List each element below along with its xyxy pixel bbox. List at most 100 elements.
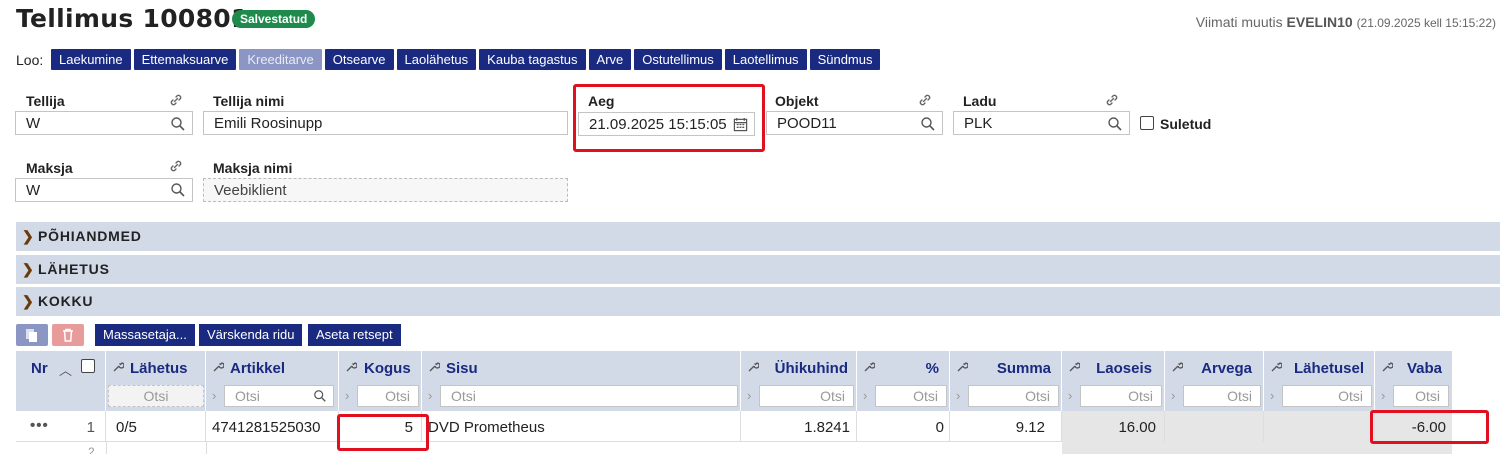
tellija-input[interactable]: W bbox=[15, 111, 193, 135]
column-laoseis[interactable]: Laoseis › Otsi bbox=[1062, 351, 1165, 411]
section-pohiandmed[interactable]: ❯ PÕHIANDMED bbox=[16, 222, 1500, 251]
wrench-icon[interactable] bbox=[1171, 361, 1183, 373]
row-number: 1 bbox=[86, 419, 95, 436]
column-vaba[interactable]: Vaba › Otsi bbox=[1375, 351, 1452, 411]
cell-uhikuhind[interactable]: 1.8241 bbox=[741, 411, 857, 442]
column-lahetusel[interactable]: Lähetusel › Otsi bbox=[1264, 351, 1375, 411]
copy-icon bbox=[26, 329, 37, 342]
section-kokku[interactable]: ❯ KOKKU bbox=[16, 287, 1500, 316]
cell-arvega bbox=[1165, 411, 1264, 442]
cell-artikkel[interactable]: 4741281525030 bbox=[206, 411, 339, 442]
column-nr[interactable]: Nr ︿ bbox=[16, 351, 106, 411]
create-laolahetus-button[interactable]: Laolähetus bbox=[396, 49, 477, 70]
wrench-icon[interactable] bbox=[747, 361, 759, 373]
wrench-icon[interactable] bbox=[112, 361, 124, 373]
massasetaja-button[interactable]: Massasetaja... bbox=[95, 324, 195, 346]
objekt-label: Objekt bbox=[775, 93, 819, 109]
wrench-icon[interactable] bbox=[428, 361, 440, 373]
wrench-icon[interactable] bbox=[863, 361, 875, 373]
vaba-search-input[interactable]: Otsi bbox=[1393, 385, 1449, 407]
link-icon[interactable] bbox=[168, 158, 184, 174]
column-sisu[interactable]: Sisu › Otsi bbox=[422, 351, 741, 411]
highlight-box-vaba bbox=[1370, 410, 1489, 444]
chevron-right-icon: › bbox=[428, 388, 433, 403]
column-label: Artikkel bbox=[230, 360, 286, 377]
column-label: Lähetusel bbox=[1293, 360, 1364, 377]
chevron-right-icon: › bbox=[1068, 388, 1073, 403]
search-icon[interactable] bbox=[1107, 116, 1123, 132]
column-label: Lähetus bbox=[130, 360, 188, 377]
row-menu-icon[interactable]: ••• bbox=[30, 417, 49, 434]
column-uhikuhind[interactable]: Ühikuhind › Otsi bbox=[741, 351, 857, 411]
create-kauba-tagastus-button[interactable]: Kauba tagastus bbox=[479, 49, 586, 70]
search-icon[interactable] bbox=[170, 182, 186, 198]
column-label: Arvega bbox=[1201, 360, 1252, 377]
summa-search-input[interactable]: Otsi bbox=[968, 385, 1059, 407]
uhikuhind-search-input[interactable]: Otsi bbox=[759, 385, 854, 407]
link-icon[interactable] bbox=[168, 92, 184, 108]
column-lahetus[interactable]: Lähetus Otsi bbox=[106, 351, 206, 411]
lahetusel-search-input[interactable]: Otsi bbox=[1282, 385, 1372, 407]
highlight-box-kogus bbox=[337, 414, 429, 451]
wrench-icon[interactable] bbox=[345, 361, 357, 373]
chevron-right-icon: › bbox=[956, 388, 961, 403]
wrench-icon[interactable] bbox=[212, 361, 224, 373]
laoseis-search-input[interactable]: Otsi bbox=[1080, 385, 1162, 407]
aseta-retsept-button[interactable]: Aseta retsept bbox=[308, 324, 401, 346]
maksja-nimi-field: Veebiklient bbox=[203, 178, 568, 202]
column-artikkel[interactable]: Artikkel › Otsi bbox=[206, 351, 339, 411]
objekt-input[interactable]: POOD11 bbox=[766, 111, 943, 135]
search-icon[interactable] bbox=[170, 116, 186, 132]
create-sundmus-button[interactable]: Sündmus bbox=[809, 49, 881, 70]
tellija-nimi-input[interactable]: Emili Roosinupp bbox=[203, 111, 568, 135]
cell-lahetus[interactable]: 0/5 bbox=[106, 411, 206, 442]
copy-rows-button[interactable] bbox=[16, 324, 48, 346]
cell-summa[interactable]: 9.12 bbox=[950, 411, 1062, 442]
cell-protsent[interactable]: 0 bbox=[857, 411, 950, 442]
calendar-icon[interactable] bbox=[733, 117, 748, 132]
section-lahetus[interactable]: ❯ LÄHETUS bbox=[16, 255, 1500, 284]
arvega-search-input[interactable]: Otsi bbox=[1183, 385, 1261, 407]
cell-lahetusel bbox=[1264, 411, 1375, 442]
delete-rows-button[interactable] bbox=[52, 324, 84, 346]
protsent-search-input[interactable]: Otsi bbox=[875, 385, 947, 407]
wrench-icon[interactable] bbox=[1270, 361, 1282, 373]
chevron-right-icon: › bbox=[1381, 388, 1386, 403]
chevron-right-icon: › bbox=[212, 388, 217, 403]
ladu-input[interactable]: PLK bbox=[953, 111, 1130, 135]
select-all-checkbox[interactable] bbox=[81, 359, 95, 373]
sort-up-icon[interactable]: ︿ bbox=[59, 360, 72, 379]
link-icon[interactable] bbox=[917, 92, 933, 108]
column-protsent[interactable]: % › Otsi bbox=[857, 351, 950, 411]
create-ettemaksuarve-button[interactable]: Ettemaksuarve bbox=[133, 49, 237, 70]
column-kogus[interactable]: Kogus › Otsi bbox=[339, 351, 422, 411]
wrench-icon[interactable] bbox=[1068, 361, 1080, 373]
column-label: Vaba bbox=[1406, 360, 1442, 377]
chevron-right-icon: › bbox=[345, 388, 350, 403]
search-icon[interactable] bbox=[313, 389, 327, 403]
varskenda-ridu-button[interactable]: Värskenda ridu bbox=[199, 324, 303, 346]
create-otsearve-button[interactable]: Otsearve bbox=[324, 49, 394, 70]
link-icon[interactable] bbox=[1104, 92, 1120, 108]
suletud-label: Suletud bbox=[1160, 116, 1212, 132]
cell-laoseis: 16.00 bbox=[1062, 411, 1165, 442]
create-arve-button[interactable]: Arve bbox=[588, 49, 632, 70]
wrench-icon[interactable] bbox=[956, 361, 968, 373]
kogus-search-input[interactable]: Otsi bbox=[357, 385, 419, 407]
tellija-nimi-label: Tellija nimi bbox=[213, 93, 285, 109]
search-icon[interactable] bbox=[920, 116, 936, 132]
sisu-search-input[interactable]: Otsi bbox=[440, 385, 738, 407]
column-arvega[interactable]: Arvega › Otsi bbox=[1165, 351, 1264, 411]
create-laekumine-button[interactable]: Laekumine bbox=[51, 49, 131, 70]
column-summa[interactable]: Summa › Otsi bbox=[950, 351, 1062, 411]
suletud-checkbox[interactable] bbox=[1140, 116, 1154, 130]
wrench-icon[interactable] bbox=[1381, 361, 1393, 373]
modified-time: (21.09.2025 kell 15:15:22) bbox=[1356, 16, 1496, 30]
create-ostutellimus-button[interactable]: Ostutellimus bbox=[634, 49, 722, 70]
lahetus-filter: Otsi bbox=[108, 385, 204, 407]
create-laotellimus-button[interactable]: Laotellimus bbox=[724, 49, 807, 70]
cell-sisu[interactable]: DVD Prometheus bbox=[422, 411, 741, 442]
maksja-nimi-label: Maksja nimi bbox=[213, 160, 293, 176]
aeg-input[interactable]: 21.09.2025 15:15:05 bbox=[578, 112, 755, 136]
maksja-input[interactable]: W bbox=[15, 178, 193, 202]
